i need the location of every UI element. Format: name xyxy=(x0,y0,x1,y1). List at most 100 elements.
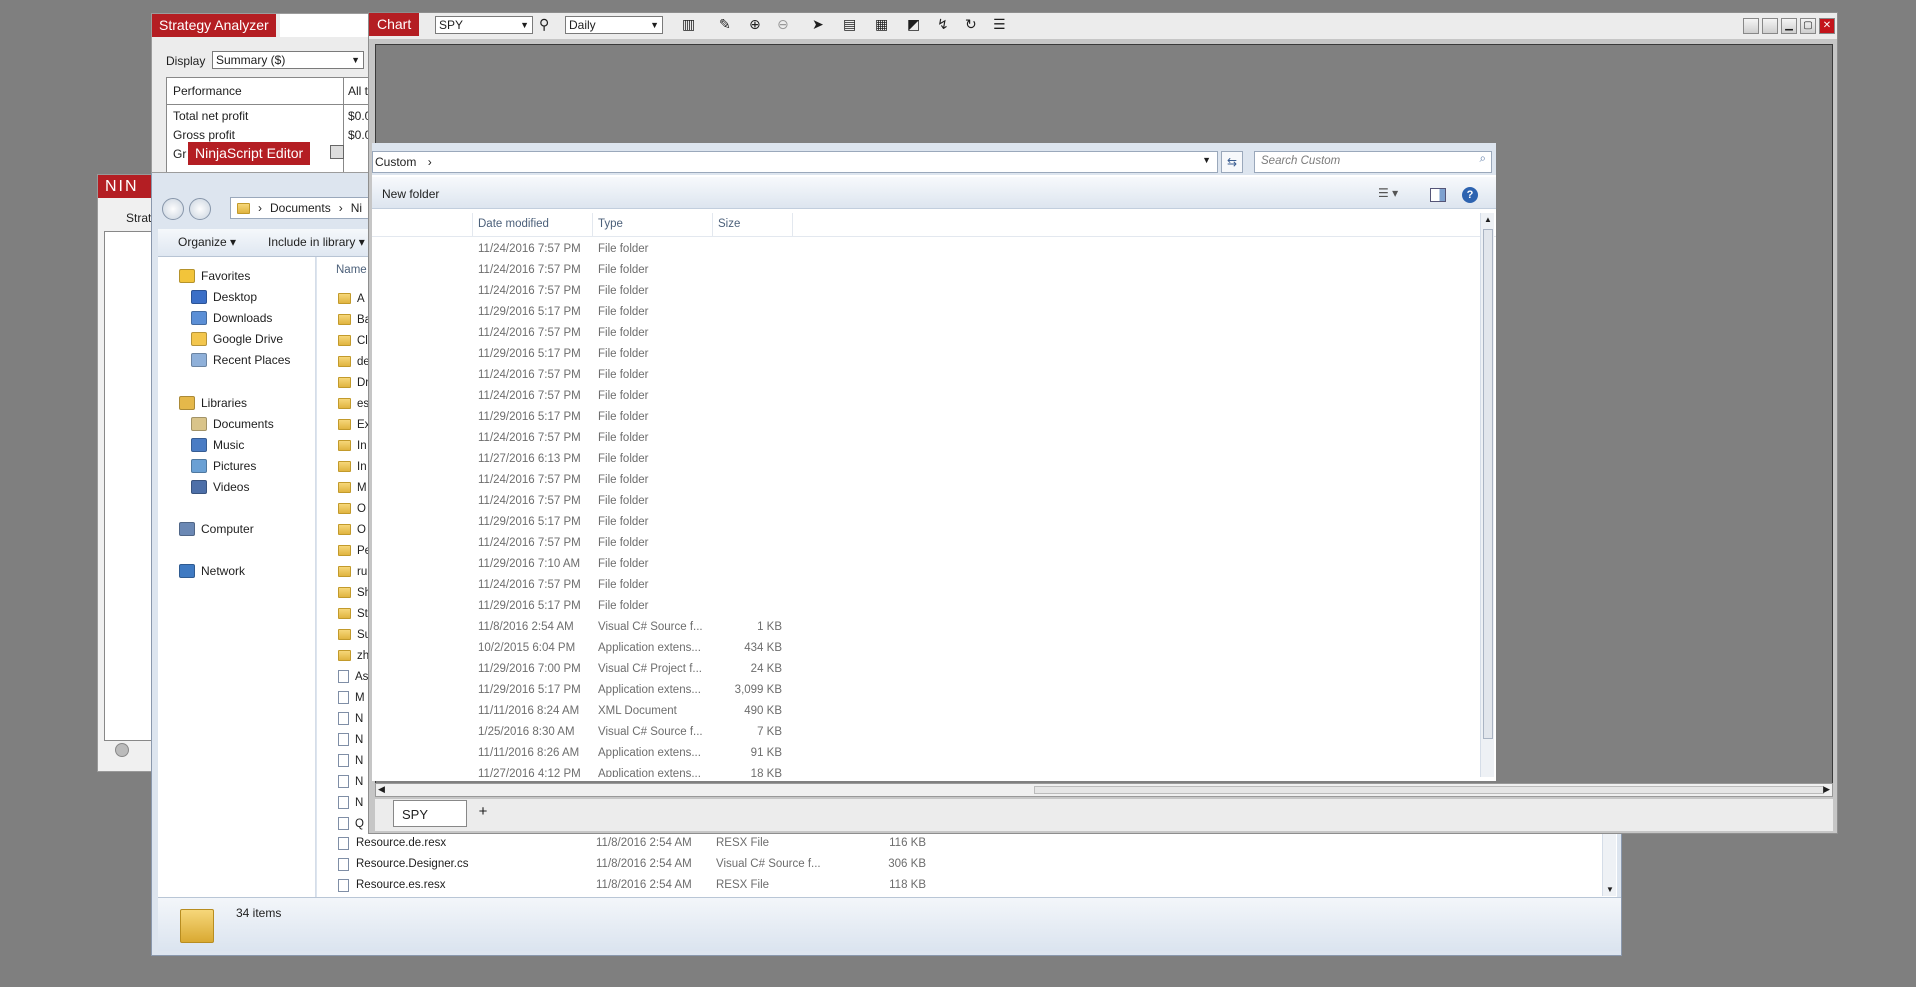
reload-icon[interactable]: ↻ xyxy=(965,16,977,33)
list-item[interactable]: M xyxy=(338,688,365,709)
list-item[interactable]: zh xyxy=(338,646,369,667)
path-label[interactable]: Custom xyxy=(375,155,416,169)
chevron-down-icon[interactable]: ▼ xyxy=(1202,155,1211,165)
table-row[interactable]: 11/27/2016 6:13 PM File folder xyxy=(372,449,1478,470)
nav-fav-1[interactable]: Downloads xyxy=(191,311,272,325)
list-item[interactable]: Ex xyxy=(338,415,370,436)
table-row[interactable]: Resource.de.resx 11/8/2016 2:54 AM RESX Fi… xyxy=(338,833,926,854)
strategies-icon[interactable]: ↯ xyxy=(937,16,949,33)
nav-computer[interactable]: Computer xyxy=(179,522,254,536)
search-icon[interactable]: ⚲ xyxy=(539,16,549,33)
forward-button[interactable] xyxy=(189,198,211,220)
list-item[interactable]: N xyxy=(338,772,363,793)
window-button-b[interactable] xyxy=(1762,18,1778,34)
nav-fav-0[interactable]: Desktop xyxy=(191,290,257,304)
list-item[interactable]: O xyxy=(338,499,366,520)
list-item[interactable]: St xyxy=(338,604,368,625)
table-row[interactable]: 11/24/2016 7:57 PM File folder xyxy=(372,533,1478,554)
breadcrumb-documents[interactable]: Documents xyxy=(270,201,331,215)
table-row[interactable]: Resource.es.resx 11/8/2016 2:54 AM RESX Fi… xyxy=(338,875,926,896)
table-row[interactable]: 11/8/2016 2:54 AM Visual C# Source f... 1 … xyxy=(372,617,1478,638)
table-row[interactable]: 11/29/2016 7:00 PM Visual C# Project f...… xyxy=(372,659,1478,680)
chart-scrollbar[interactable]: ◀ ▶ xyxy=(375,783,1833,797)
table-row[interactable]: 11/29/2016 5:17 PM File folder xyxy=(372,302,1478,323)
record-indicator[interactable] xyxy=(115,743,129,757)
back-button[interactable] xyxy=(162,198,184,220)
list-item[interactable]: de xyxy=(338,352,370,373)
scroll-thumb[interactable] xyxy=(1483,229,1493,739)
table-row[interactable]: Resource.Designer.cs 11/8/2016 2:54 AM Vis… xyxy=(338,854,926,875)
indicators-icon[interactable]: ◩ xyxy=(907,16,920,33)
list-item[interactable]: Dr xyxy=(338,373,369,394)
display-dropdown[interactable]: Summary ($) ▼ xyxy=(212,51,364,69)
table-row[interactable]: 11/24/2016 7:57 PM File folder xyxy=(372,575,1478,596)
list-item[interactable]: Su xyxy=(338,625,371,646)
list-item[interactable]: O xyxy=(338,520,366,541)
list-item[interactable]: ru xyxy=(338,562,367,583)
address-bar[interactable]: › Documents › Ni xyxy=(230,197,370,219)
add-tab-button[interactable]: + xyxy=(473,800,493,824)
table-row[interactable]: 11/29/2016 7:10 AM File folder xyxy=(372,554,1478,575)
pencil-icon[interactable]: ✎ xyxy=(719,16,731,33)
table-row[interactable]: 11/24/2016 7:57 PM File folder xyxy=(372,281,1478,302)
column-type[interactable]: Type xyxy=(598,218,623,230)
organize-button[interactable]: Organize ▾ xyxy=(178,235,236,249)
data-box-icon[interactable]: ▤ xyxy=(843,16,856,33)
scroll-thumb[interactable] xyxy=(1034,786,1824,794)
search-custom-input[interactable]: Search Custom ⌕ xyxy=(1254,151,1492,173)
nav-fav-2[interactable]: Google Drive xyxy=(191,332,283,346)
instrument-selector[interactable]: SPY ▼ xyxy=(435,16,533,34)
scroll-right-arrow[interactable]: ▶ xyxy=(1823,784,1830,795)
help-icon[interactable]: ? xyxy=(1462,187,1478,203)
front-scrollbar[interactable]: ▲ xyxy=(1480,213,1494,777)
table-row[interactable]: 11/29/2016 5:17 PM File folder xyxy=(372,512,1478,533)
table-row[interactable]: 11/24/2016 7:57 PM File folder xyxy=(372,239,1478,260)
nav-lib-2[interactable]: Pictures xyxy=(191,459,256,473)
list-item[interactable]: Pe xyxy=(338,541,371,562)
table-row[interactable]: 11/24/2016 7:57 PM File folder xyxy=(372,323,1478,344)
table-row[interactable]: 11/24/2016 7:57 PM File folder xyxy=(372,365,1478,386)
list-item[interactable]: M xyxy=(338,478,367,499)
table-row[interactable]: 11/24/2016 7:57 PM File folder xyxy=(372,470,1478,491)
list-item[interactable]: N xyxy=(338,730,363,751)
table-row[interactable]: 11/29/2016 5:17 PM Application extens... 3… xyxy=(372,680,1478,701)
table-row[interactable]: 11/11/2016 8:26 AM Application extens... 9… xyxy=(372,743,1478,764)
table-row[interactable]: 1/25/2016 8:30 AM Visual C# Source f... 7 … xyxy=(372,722,1478,743)
column-size[interactable]: Size xyxy=(718,218,740,230)
new-folder-button[interactable]: New folder xyxy=(382,187,439,201)
pointer-icon[interactable]: ➤ xyxy=(812,16,824,33)
list-item[interactable]: Q xyxy=(338,814,364,835)
save-icon[interactable] xyxy=(330,145,344,159)
nav-lib-3[interactable]: Videos xyxy=(191,480,249,494)
table-row[interactable]: 11/24/2016 7:57 PM File folder xyxy=(372,260,1478,281)
column-date-modified[interactable]: Date modified xyxy=(478,218,549,230)
nav-network[interactable]: Network xyxy=(179,564,245,578)
strategy-analyzer-name-field[interactable] xyxy=(280,14,370,37)
table-row[interactable]: 11/29/2016 5:17 PM File folder xyxy=(372,596,1478,617)
table-row[interactable]: 11/29/2016 5:17 PM File folder xyxy=(372,344,1478,365)
column-header-name[interactable]: Name xyxy=(336,264,367,276)
breadcrumb-ni[interactable]: Ni xyxy=(351,201,362,215)
table-row[interactable]: 11/24/2016 7:57 PM File folder xyxy=(372,386,1478,407)
zoom-out-icon[interactable]: ⊖ xyxy=(777,16,789,33)
view-options-icon[interactable]: ☰ ▾ xyxy=(1378,186,1398,200)
bar-type-icon[interactable]: ▥ xyxy=(682,16,695,33)
list-item[interactable]: In xyxy=(338,436,367,457)
list-item[interactable]: N xyxy=(338,751,363,772)
list-item[interactable]: N xyxy=(338,793,363,814)
zoom-in-icon[interactable]: ⊕ xyxy=(749,16,761,33)
chart-trader-icon[interactable]: ▦ xyxy=(875,16,888,33)
scroll-down-arrow[interactable]: ▼ xyxy=(1606,885,1614,894)
scroll-left-arrow[interactable]: ◀ xyxy=(378,784,385,795)
close-button[interactable]: ✕ xyxy=(1819,18,1835,34)
nav-favorites[interactable]: Favorites xyxy=(179,269,250,283)
include-in-library-button[interactable]: Include in library ▾ xyxy=(268,235,365,249)
table-row[interactable]: 11/24/2016 7:57 PM File folder xyxy=(372,428,1478,449)
minimize-button[interactable]: ▁ xyxy=(1781,18,1797,34)
address-bar-front[interactable]: Custom › ▼ xyxy=(372,151,1218,173)
table-row[interactable]: 11/24/2016 7:57 PM File folder xyxy=(372,491,1478,512)
refresh-button[interactable]: ⇆ xyxy=(1221,151,1243,173)
nav-lib-1[interactable]: Music xyxy=(191,438,244,452)
table-row[interactable]: 11/29/2016 5:17 PM File folder xyxy=(372,407,1478,428)
list-item[interactable]: es xyxy=(338,394,369,415)
